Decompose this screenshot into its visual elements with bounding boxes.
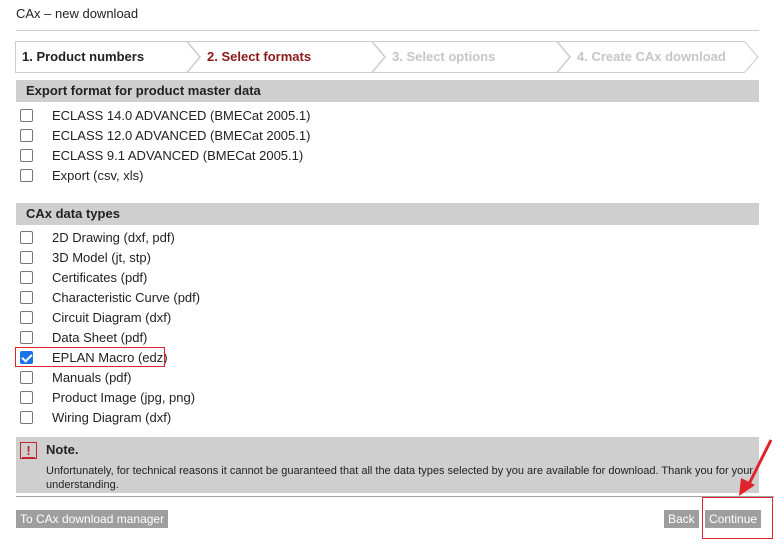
option-label: Wiring Diagram (dxf) [52,409,172,425]
option-3d-model[interactable]: 3D Model (jt, stp) [16,247,151,267]
continue-highlight [702,497,773,539]
step-select-options: 3. Select options [392,49,496,64]
option-label: Circuit Diagram (dxf) [52,309,172,325]
wizard-stepper: 1. Product numbers 2. Select formats 3. … [15,41,759,73]
option-data-sheet[interactable]: Data Sheet (pdf) [16,327,147,347]
cax-download-manager-button[interactable]: To CAx download manager [16,510,169,528]
option-label: Characteristic Curve (pdf) [52,289,201,305]
option-certificates[interactable]: Certificates (pdf) [16,267,147,287]
option-label: Data Sheet (pdf) [52,329,148,345]
footer-divider [16,496,774,497]
option-label: ECLASS 14.0 ADVANCED (BMECat 2005.1) [52,107,311,123]
note-box: ! Note. Unfortunately, for technical rea… [16,437,759,493]
checkbox[interactable] [20,330,33,344]
option-label: ECLASS 9.1 ADVANCED (BMECat 2005.1) [52,147,304,163]
option-characteristic-curve[interactable]: Characteristic Curve (pdf) [16,287,200,307]
option-manuals[interactable]: Manuals (pdf) [16,367,131,387]
option-eclass-14[interactable]: ECLASS 14.0 ADVANCED (BMECat 2005.1) [16,105,310,125]
option-eclass-9-1[interactable]: ECLASS 9.1 ADVANCED (BMECat 2005.1) [16,145,303,165]
option-2d-drawing[interactable]: 2D Drawing (dxf, pdf) [16,227,175,247]
checkbox[interactable] [20,290,33,304]
option-export-csv-xls[interactable]: Export (csv, xls) [16,165,144,185]
option-circuit-diagram[interactable]: Circuit Diagram (dxf) [16,307,171,327]
dialog-title: CAx – new download [16,6,139,21]
option-label: 3D Model (jt, stp) [52,249,151,265]
cax-data-types-heading: CAx data types [16,203,759,225]
checkbox[interactable] [20,310,33,324]
checkbox[interactable] [20,128,33,142]
export-format-heading: Export format for product master data [16,80,759,102]
note-text: Unfortunately, for technical reasons it … [46,465,754,491]
option-product-image[interactable]: Product Image (jpg, png) [16,387,195,407]
option-label: ECLASS 12.0 ADVANCED (BMECat 2005.1) [52,127,311,143]
title-divider [16,30,759,31]
option-label: 2D Drawing (dxf, pdf) [52,229,175,245]
option-label: Export (csv, xls) [52,167,144,183]
note-title: Note. [46,442,79,457]
checkbox[interactable] [20,108,33,122]
option-eclass-12[interactable]: ECLASS 12.0 ADVANCED (BMECat 2005.1) [16,125,310,145]
checkbox[interactable] [20,230,33,244]
checkbox[interactable] [20,168,33,182]
eplan-macro-highlight [15,347,165,367]
option-label: Product Image (jpg, png) [52,389,196,405]
step-create-cax-download: 4. Create CAx download [577,49,726,64]
checkbox[interactable] [20,390,33,404]
option-wiring-diagram[interactable]: Wiring Diagram (dxf) [16,407,171,427]
checkbox[interactable] [20,250,33,264]
option-label: Certificates (pdf) [52,269,148,285]
checkbox[interactable] [20,410,33,424]
checkbox[interactable] [20,370,33,384]
step-select-formats: 2. Select formats [207,49,312,64]
checkbox[interactable] [20,270,33,284]
exclamation-icon: ! [20,442,37,459]
checkbox[interactable] [20,148,33,162]
option-label: Manuals (pdf) [52,369,132,385]
pointer-arrow-icon [739,439,773,496]
step-product-numbers[interactable]: 1. Product numbers [15,41,190,73]
back-button[interactable]: Back [664,510,699,528]
